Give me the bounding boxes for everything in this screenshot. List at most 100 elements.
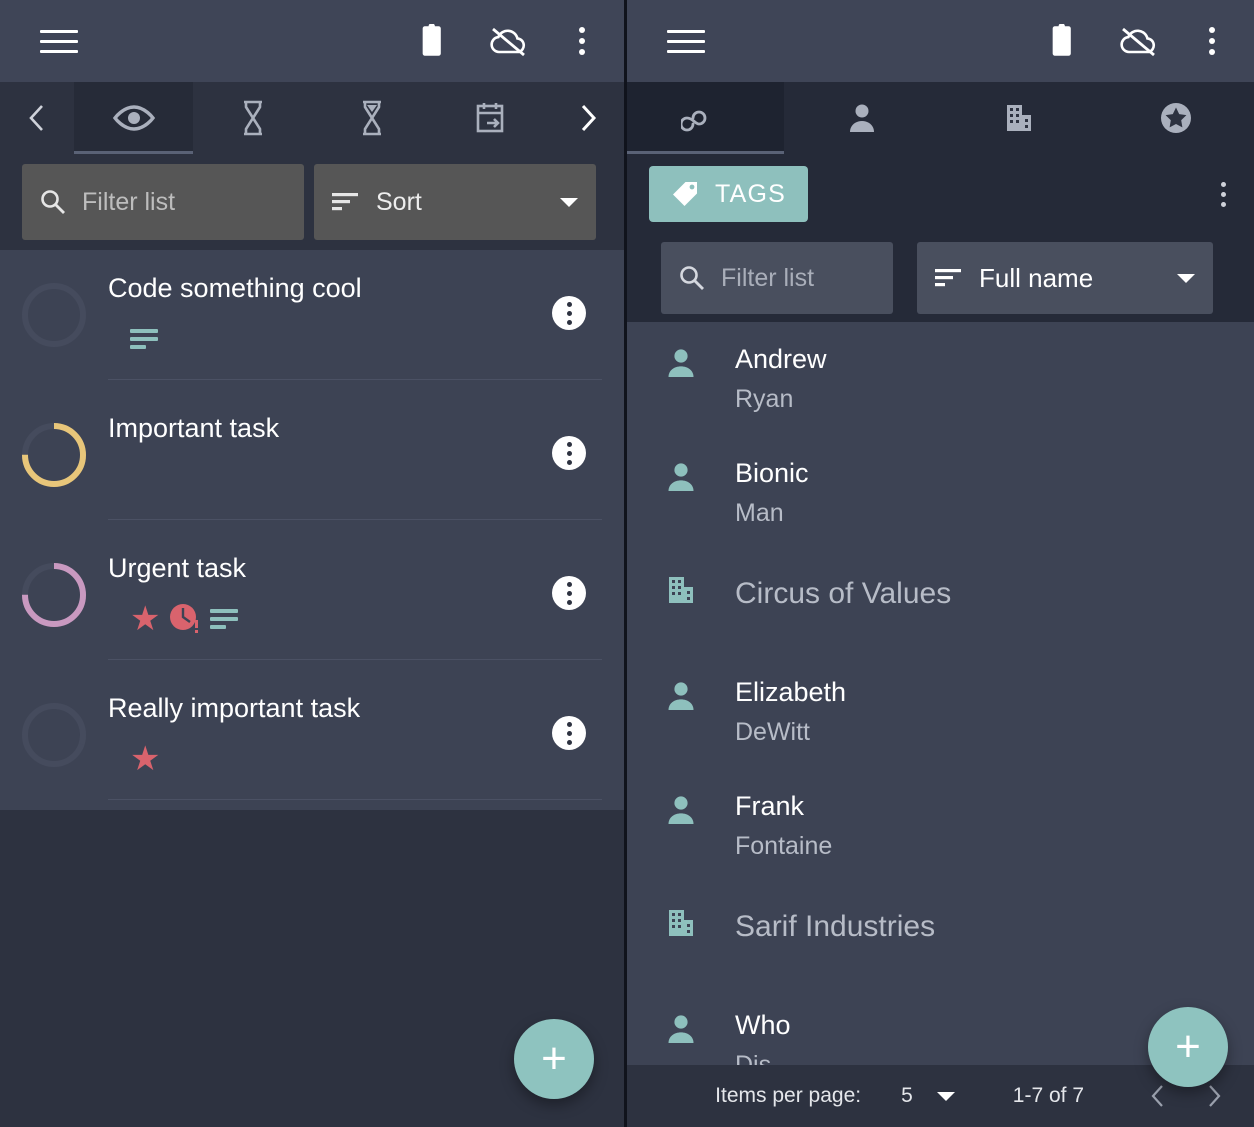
contact-avatar bbox=[627, 456, 735, 494]
contacts-panel: TAGS Filter list Full name Andrew Ryan B… bbox=[627, 0, 1254, 1127]
star-icon: ★ bbox=[130, 740, 161, 778]
contact-text: Andrew Ryan bbox=[735, 342, 1254, 416]
task-row[interactable]: Urgent task ★ bbox=[0, 530, 624, 670]
tab-hourglass-full[interactable] bbox=[312, 82, 431, 154]
star-icon: ★ bbox=[130, 600, 161, 638]
task-overflow-menu[interactable] bbox=[552, 296, 586, 330]
task-content: Important task bbox=[108, 412, 602, 520]
plus-icon: + bbox=[541, 1034, 567, 1083]
progress-ring bbox=[22, 423, 86, 487]
search-input[interactable]: Filter list bbox=[661, 242, 893, 314]
task-progress-ring[interactable] bbox=[0, 552, 108, 630]
contacts-filter-row: Filter list Full name bbox=[627, 234, 1254, 322]
app-screen: Filter list Sort Code something cool Impo… bbox=[0, 0, 1254, 1127]
task-row[interactable]: Code something cool bbox=[0, 250, 624, 390]
contact-row[interactable]: Bionic Man bbox=[627, 436, 1254, 550]
task-progress-ring[interactable] bbox=[0, 272, 108, 350]
contact-row[interactable]: Elizabeth DeWitt bbox=[627, 655, 1254, 769]
contact-avatar bbox=[627, 675, 735, 713]
task-content: Really important task ★ bbox=[108, 692, 602, 800]
chevron-down-icon bbox=[936, 1091, 955, 1101]
clipboard-icon[interactable] bbox=[414, 21, 454, 61]
items-per-page-label: Items per page: bbox=[715, 1084, 862, 1107]
tasks-appbar-actions bbox=[414, 21, 602, 61]
task-overflow-menu[interactable] bbox=[552, 576, 586, 610]
tasks-filter-row: Filter list Sort bbox=[0, 154, 624, 250]
contact-org-name: Sarif Industries bbox=[735, 910, 936, 943]
sort-select[interactable]: Full name bbox=[917, 242, 1213, 314]
person-icon bbox=[668, 796, 694, 824]
contacts-tags-row: TAGS bbox=[627, 154, 1254, 234]
more-vert-icon[interactable] bbox=[1215, 176, 1232, 213]
task-row[interactable]: Important task bbox=[0, 390, 624, 530]
sort-select[interactable]: Sort bbox=[314, 164, 596, 240]
task-badges: ★ bbox=[108, 602, 602, 636]
contact-text: Elizabeth DeWitt bbox=[735, 675, 1254, 749]
contacts-tabbar bbox=[627, 82, 1254, 154]
search-input[interactable]: Filter list bbox=[22, 164, 304, 240]
clipboard-icon[interactable] bbox=[1044, 21, 1084, 61]
tags-chip[interactable]: TAGS bbox=[649, 166, 809, 222]
more-vert-icon[interactable] bbox=[1192, 21, 1232, 61]
cloud-off-icon[interactable] bbox=[488, 21, 528, 61]
tab-watched[interactable] bbox=[74, 82, 193, 154]
sort-label: Sort bbox=[376, 187, 422, 216]
contact-row[interactable]: Andrew Ryan bbox=[627, 322, 1254, 436]
tab-prev-arrow[interactable] bbox=[0, 82, 74, 154]
chevron-down-icon bbox=[560, 197, 578, 207]
more-vert-icon[interactable] bbox=[562, 21, 602, 61]
tab-favorites[interactable] bbox=[1097, 82, 1254, 154]
task-row[interactable]: Really important task ★ bbox=[0, 670, 624, 810]
tab-next-arrow[interactable] bbox=[550, 82, 624, 154]
task-overflow-menu[interactable] bbox=[552, 716, 586, 750]
items-per-page-value: 5 bbox=[901, 1084, 913, 1107]
task-progress-ring[interactable] bbox=[0, 692, 108, 770]
contact-avatar bbox=[627, 342, 735, 380]
tab-organizations[interactable] bbox=[941, 82, 1098, 154]
items-per-page-select[interactable]: 5 bbox=[901, 1084, 955, 1108]
contact-last-name: Fontaine bbox=[735, 832, 833, 860]
contact-avatar bbox=[627, 903, 735, 939]
tab-scheduled[interactable] bbox=[431, 82, 550, 154]
contacts-appbar-actions bbox=[1044, 21, 1232, 61]
tasks-appbar bbox=[0, 0, 624, 82]
progress-ring bbox=[22, 563, 86, 627]
contact-row[interactable]: Frank Fontaine bbox=[627, 769, 1254, 883]
task-content: Code something cool bbox=[108, 272, 602, 380]
person-icon bbox=[668, 349, 694, 377]
contact-row[interactable]: Circus of Values bbox=[627, 550, 1254, 655]
progress-ring bbox=[22, 283, 86, 347]
hamburger-icon[interactable] bbox=[667, 29, 705, 53]
tab-hourglass-empty[interactable] bbox=[193, 82, 312, 154]
add-task-fab[interactable]: + bbox=[514, 1019, 594, 1099]
task-badges: ★ bbox=[108, 742, 602, 776]
contact-text: Frank Fontaine bbox=[735, 789, 1254, 863]
next-page-button[interactable] bbox=[1186, 1083, 1242, 1109]
notes-icon bbox=[210, 609, 239, 629]
hamburger-icon[interactable] bbox=[40, 29, 78, 53]
cloud-off-icon[interactable] bbox=[1118, 21, 1158, 61]
tab-people[interactable] bbox=[784, 82, 941, 154]
page-range-label: 1-7 of 7 bbox=[1012, 1084, 1084, 1107]
task-overflow-menu[interactable] bbox=[552, 436, 586, 470]
task-progress-ring[interactable] bbox=[0, 412, 108, 490]
task-title: Important task bbox=[108, 413, 280, 443]
sort-icon bbox=[935, 269, 961, 287]
contact-last-name: Ryan bbox=[735, 385, 794, 413]
building-icon bbox=[669, 577, 693, 603]
alarm-clock-icon bbox=[168, 600, 202, 639]
contact-first-name: Elizabeth bbox=[735, 677, 847, 707]
task-title: Urgent task bbox=[108, 553, 247, 583]
add-contact-fab[interactable]: + bbox=[1148, 1007, 1228, 1087]
search-icon bbox=[41, 190, 65, 214]
contact-row[interactable]: Sarif Industries bbox=[627, 883, 1254, 988]
prev-page-button[interactable] bbox=[1130, 1083, 1186, 1109]
search-placeholder: Filter list bbox=[82, 187, 176, 216]
task-title: Really important task bbox=[108, 693, 361, 723]
contact-list: Andrew Ryan Bionic Man Circus of Values Eliza… bbox=[627, 322, 1254, 1102]
tags-chip-label: TAGS bbox=[715, 179, 787, 208]
progress-ring bbox=[22, 703, 86, 767]
contact-org-name: Circus of Values bbox=[735, 577, 952, 610]
contact-last-name: Man bbox=[735, 499, 784, 527]
tab-all[interactable] bbox=[627, 82, 784, 154]
